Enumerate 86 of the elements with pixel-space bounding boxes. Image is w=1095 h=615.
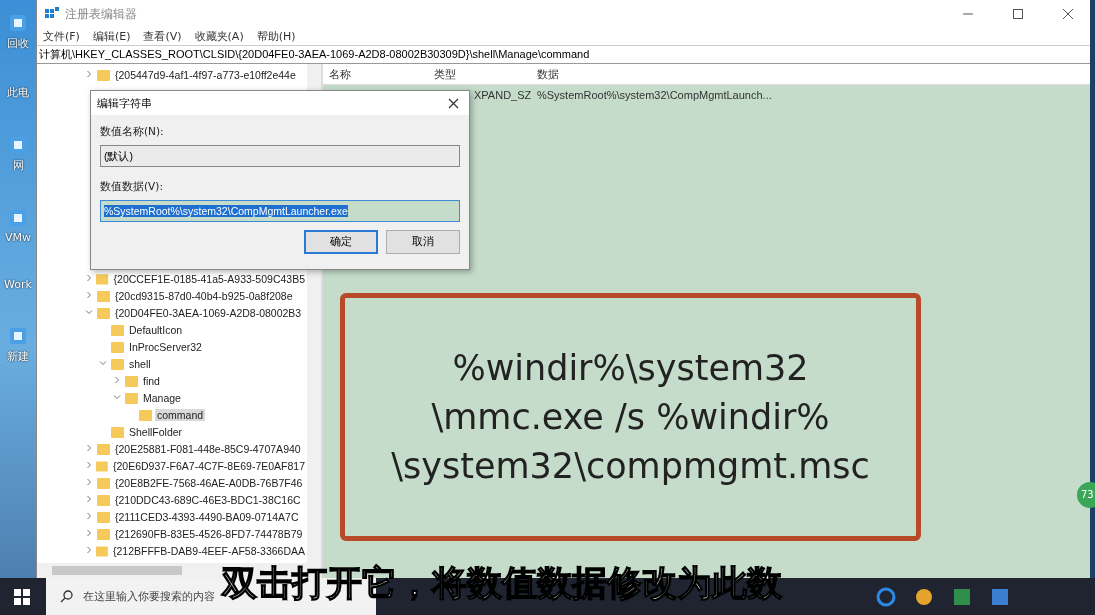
maximize-icon[interactable] [1012,8,1024,20]
tree-item[interactable]: {20CCEF1E-0185-41a5-A933-509C43B5 [111,272,307,285]
app-icon[interactable] [952,586,972,607]
value-data-field[interactable]: %SystemRoot%\system32\CompMgmtLauncher.exe [100,200,460,222]
desktop-app-icon[interactable] [7,207,29,229]
dialog-button[interactable]: 确定 [304,230,378,254]
menu-item[interactable]: 帮助(H) [256,29,296,44]
field-label: 数值名称(N): [100,125,165,139]
close-icon[interactable] [448,97,459,109]
folder-icon [125,391,138,404]
field-label: 数值数据(V): [100,180,164,194]
tree-item[interactable]: {2111CED3-4393-4490-BA09-0714A7C [113,510,301,523]
tree-item[interactable]: {212BFFFB-DAB9-4EEF-AF58-3366DAA [111,544,307,557]
folder-icon [96,544,108,557]
folder-icon [111,357,124,370]
annotation-text: \system32\compmgmt.msc [391,444,870,488]
folder-icon [125,374,138,387]
close-icon[interactable] [1062,8,1074,20]
tree-item[interactable]: {212690FB-83E5-4526-8FD7-74478B79 [113,527,305,540]
tree-item[interactable]: find [141,374,162,387]
chevron-icon[interactable] [85,495,94,504]
table-cell-text: %SystemRoot%\system32\CompMgmtLaunch... [536,89,773,101]
start-icon[interactable] [14,588,30,605]
column-header[interactable]: 类型 [428,66,531,82]
registry-icon [45,7,59,21]
chevron-icon[interactable] [85,478,94,487]
annotation-text: \mmc.exe /s %windir% [431,395,830,439]
table-cell: XPAND_SZ [473,89,531,101]
folder-icon [139,408,152,421]
folder-icon [96,272,109,285]
folder-icon [97,442,110,455]
chevron-icon[interactable] [85,546,94,555]
chevron-icon[interactable] [85,444,94,453]
tree-item[interactable]: {210DDC43-689C-46E3-BDC1-38C16C [113,493,303,506]
search-icon [60,590,73,603]
chevron-icon[interactable] [85,512,94,521]
chevron-icon[interactable] [113,393,122,402]
folder-icon [97,493,110,506]
tree-item[interactable]: {20E25881-F081-448e-85C9-4707A940 [113,442,303,455]
folder-icon [97,306,110,319]
desktop-app-icon[interactable] [7,12,29,34]
app-icon[interactable] [990,586,1010,607]
chevron-icon[interactable] [85,308,94,317]
dialog-button[interactable]: 取消 [386,230,460,254]
folder-icon [97,476,110,489]
tree-item[interactable]: InProcServer32 [127,340,204,353]
tree-item[interactable]: {20E8B2FE-7568-46AE-A0DB-76B7F46 [113,476,305,489]
folder-icon [111,425,124,438]
chevron-icon[interactable] [85,529,94,538]
desktop-app-icon[interactable] [7,325,29,347]
chevron-icon[interactable] [113,376,122,385]
menu-item[interactable]: 查看(V) [143,29,182,44]
menu-item[interactable]: 收藏夹(A) [194,29,244,44]
menu-item[interactable]: 编辑(E) [92,29,131,44]
tree-item[interactable]: Manage [141,391,183,404]
chevron-icon[interactable] [85,461,94,470]
chevron-icon[interactable] [85,291,94,300]
dialog-title: 编辑字符串 [97,95,152,111]
tree-item[interactable]: {20D04FE0-3AEA-1069-A2D8-08002B3 [113,306,304,319]
folder-icon [111,323,124,336]
chevron-icon[interactable] [85,70,94,79]
chevron-icon[interactable] [85,274,94,283]
menu-item[interactable]: 文件(F) [43,29,80,44]
address-bar[interactable]: 计算机\HKEY_CLASSES_ROOT\CLSID\{20D04FE0-3AEA-1069-A2D8-08002B30309D}\shell\Manage\command [37,45,1090,64]
column-header[interactable]: 数据 [531,66,861,82]
window-title: 注册表编辑器 [65,5,137,23]
tree-item[interactable]: {20cd9315-87d0-40b4-b925-0a8f208e [113,289,295,302]
desktop-app-icon[interactable] [7,134,29,156]
value-name-field[interactable]: (默认) [100,145,460,167]
folder-icon [97,289,110,302]
folder-icon [97,68,110,81]
app-icon[interactable] [914,586,934,607]
column-header[interactable]: 名称 [323,66,428,82]
tree-item[interactable]: command [155,408,206,421]
folder-icon [97,527,110,540]
folder-icon [111,340,124,353]
tree-item[interactable]: {20E6D937-F6A7-4C7F-8E69-7E0AF817 [110,459,307,472]
folder-icon [97,510,110,523]
tree-item[interactable]: ShellFolder [127,425,185,438]
folder-icon [96,459,108,472]
tree-item[interactable]: shell [127,357,153,370]
browser-icon[interactable] [876,586,896,607]
tree-item[interactable]: {205447d9-4af1-4f97-a773-e10ff2e44e [113,68,298,81]
annotation-text: %windir%\system32 [452,346,809,390]
chevron-icon[interactable] [99,359,108,368]
tree-item[interactable]: DefaultIcon [127,323,185,336]
